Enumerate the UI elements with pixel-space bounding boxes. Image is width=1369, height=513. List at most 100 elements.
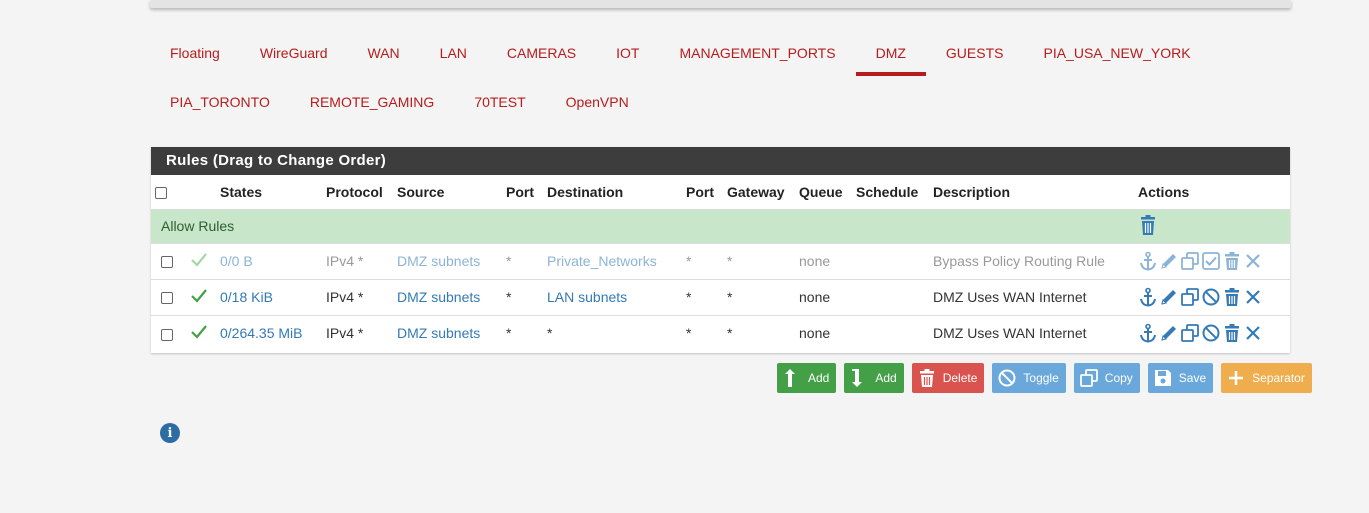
states-header: States	[220, 183, 263, 200]
select-all-cell	[151, 175, 187, 209]
row-checkbox[interactable]	[161, 292, 173, 305]
tab-remote-gaming[interactable]: REMOTE_GAMING	[290, 77, 454, 126]
destination-header: Destination	[547, 183, 624, 200]
trash-icon[interactable]	[1222, 323, 1243, 343]
queue-cell: none	[795, 278, 852, 315]
actions-cell	[1134, 314, 1290, 351]
source-cell[interactable]: DMZ subnets	[393, 278, 502, 315]
tab-guests[interactable]: GUESTS	[926, 28, 1024, 77]
tab-pia-usa-new-york[interactable]: PIA_USA_NEW_YORK	[1023, 28, 1210, 77]
tab-wireguard[interactable]: WireGuard	[240, 28, 348, 77]
destination-cell[interactable]: Private_Networks	[543, 242, 682, 279]
trash-icon	[919, 369, 934, 387]
schedule-cell	[852, 278, 929, 315]
port-header: Port	[506, 183, 534, 200]
disable-icon[interactable]	[1201, 323, 1222, 343]
enable-icon[interactable]	[1201, 251, 1222, 271]
edit-icon[interactable]	[1159, 251, 1180, 271]
schedule-cell	[852, 242, 929, 279]
info-icon[interactable]: i	[160, 423, 180, 443]
tab-lan[interactable]: LAN	[420, 28, 487, 77]
anchor-icon[interactable]	[1138, 287, 1159, 307]
copy-icon[interactable]	[1180, 251, 1201, 271]
separator-row[interactable]: Allow Rules	[151, 208, 1290, 243]
schedule-cell	[852, 314, 929, 351]
port-cell: *	[502, 278, 543, 315]
interface-tabs: Floating WireGuard WAN LAN CAMERAS IOT M…	[150, 28, 1291, 126]
tab-wan[interactable]: WAN	[348, 28, 420, 77]
add-bottom-button[interactable]: Add	[844, 363, 904, 393]
row-checkbox[interactable]	[161, 328, 173, 341]
toggle-button[interactable]: Toggle	[992, 363, 1066, 393]
separator-label: Separator	[1252, 371, 1305, 385]
tab-iot[interactable]: IOT	[596, 28, 659, 77]
protocol-cell: IPv4 *	[322, 242, 393, 279]
states-cell[interactable]: 0/264.35 MiB	[216, 314, 322, 351]
schedule-header: Schedule	[856, 183, 919, 200]
disable-icon[interactable]	[1201, 287, 1222, 307]
destination-cell[interactable]: LAN subnets	[543, 278, 682, 315]
protocol-cell: IPv4 *	[322, 278, 393, 315]
status-cell	[187, 314, 216, 351]
save-button[interactable]: Save	[1147, 363, 1214, 393]
tab-cameras[interactable]: CAMERAS	[487, 28, 596, 77]
select-all-checkbox[interactable]	[155, 187, 167, 200]
trash-icon[interactable]	[1222, 251, 1243, 271]
delete-button[interactable]: Delete	[911, 363, 985, 393]
gateway-cell: *	[723, 278, 795, 315]
table-row[interactable]: 0/264.35 MiB IPv4 * DMZ subnets * * * * …	[151, 314, 1290, 351]
source-cell[interactable]: DMZ subnets	[393, 314, 502, 351]
separator-button[interactable]: Separator	[1221, 363, 1312, 393]
close-icon[interactable]	[1243, 251, 1264, 271]
table-row[interactable]: 0/0 B IPv4 * DMZ subnets * Private_Netwo…	[151, 242, 1290, 279]
copy-button[interactable]: Copy	[1073, 363, 1140, 393]
actions-cell	[1134, 242, 1290, 279]
add-top-button[interactable]: Add	[777, 363, 837, 393]
actions-cell	[1134, 278, 1290, 315]
add-bottom-label: Add	[875, 371, 897, 385]
tab-70test[interactable]: 70TEST	[454, 77, 545, 126]
trash-icon[interactable]	[1222, 287, 1243, 307]
separator-actions	[1134, 208, 1290, 243]
copy-icon[interactable]	[1180, 323, 1201, 343]
separator-delete-icon[interactable]	[1139, 214, 1157, 238]
tab-openvpn[interactable]: OpenVPN	[546, 77, 649, 126]
panel-title: Rules (Drag to Change Order)	[151, 147, 1290, 175]
queue-cell: none	[795, 314, 852, 351]
description-header: Description	[933, 183, 1011, 200]
source-header: Source	[397, 183, 445, 200]
tab-pia-toronto[interactable]: PIA_TORONTO	[150, 77, 290, 126]
gateway-cell: *	[723, 242, 795, 279]
row-checkbox[interactable]	[161, 256, 173, 269]
port-cell: *	[502, 242, 543, 279]
status-cell	[187, 242, 216, 279]
rules-table: States Protocol Source Port Destination …	[151, 175, 1290, 351]
arrow-down-icon	[852, 369, 863, 387]
tab-row-2: PIA_TORONTO REMOTE_GAMING 70TEST OpenVPN	[150, 77, 1291, 126]
dest-port-header: Port	[686, 183, 714, 200]
row-select-cell	[151, 242, 187, 279]
anchor-icon[interactable]	[1138, 323, 1159, 343]
close-icon[interactable]	[1243, 323, 1264, 343]
states-cell[interactable]: 0/0 B	[216, 242, 322, 279]
gateway-cell: *	[723, 314, 795, 351]
edit-icon[interactable]	[1159, 287, 1180, 307]
states-cell[interactable]: 0/18 KiB	[216, 278, 322, 315]
copy-icon[interactable]	[1180, 287, 1201, 307]
save-icon	[1154, 370, 1171, 386]
tab-dmz[interactable]: DMZ	[855, 28, 927, 77]
anchor-icon[interactable]	[1138, 251, 1159, 271]
protocol-header: Protocol	[326, 183, 383, 200]
tab-management-ports[interactable]: MANAGEMENT_PORTS	[659, 28, 855, 77]
edit-icon[interactable]	[1159, 323, 1180, 343]
check-icon	[191, 325, 207, 342]
source-cell[interactable]: DMZ subnets	[393, 242, 502, 279]
actions-header: Actions	[1138, 183, 1190, 200]
copy-icon	[1079, 369, 1098, 387]
tab-floating[interactable]: Floating	[150, 28, 240, 77]
action-buttons: Add Add Delete Toggle Copy Save Separato…	[777, 363, 1312, 393]
gateway-header: Gateway	[727, 183, 785, 200]
close-icon[interactable]	[1243, 287, 1264, 307]
row-select-cell	[151, 278, 187, 315]
table-row[interactable]: 0/18 KiB IPv4 * DMZ subnets * LAN subnet…	[151, 278, 1290, 315]
